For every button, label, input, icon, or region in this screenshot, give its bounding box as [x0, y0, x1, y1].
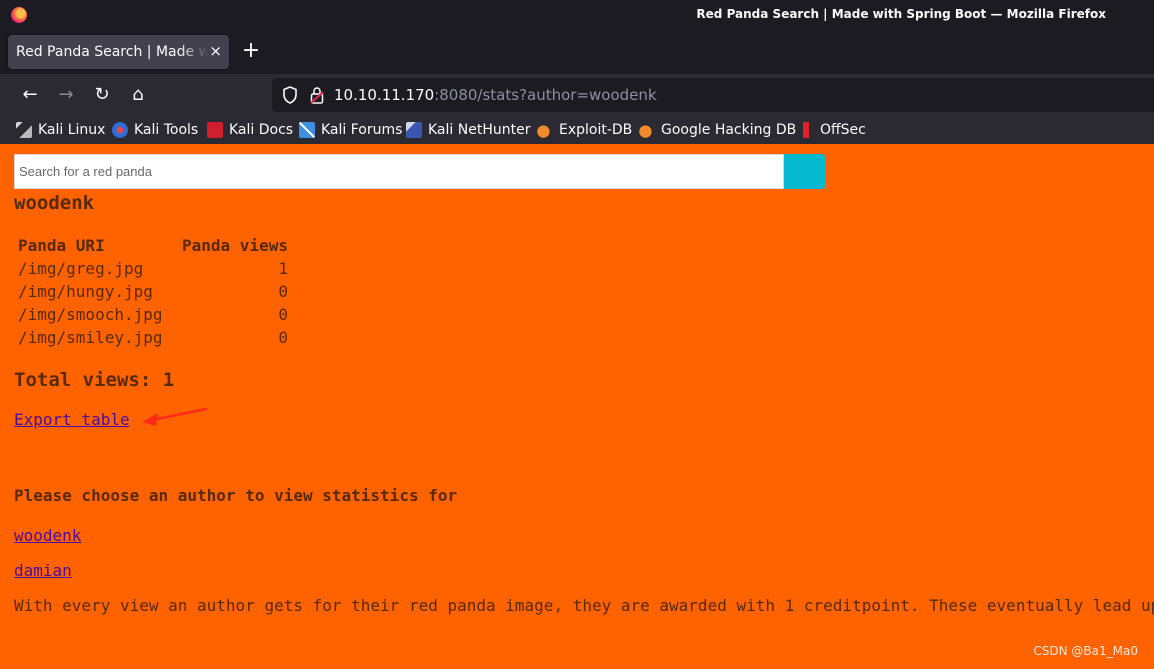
bookmark-label: Exploit-DB: [559, 122, 633, 138]
home-button[interactable]: ⌂: [126, 83, 150, 107]
table-row: /img/smiley.jpg 0: [15, 326, 291, 349]
bookmark-kali-forums[interactable]: Kali Forums: [299, 121, 402, 139]
search-button[interactable]: [784, 154, 825, 189]
choose-author-heading: Please choose an author to view statisti…: [14, 486, 458, 505]
panda-uri: /img/greg.jpg: [18, 259, 144, 278]
kali-tools-icon: [112, 122, 128, 138]
author-heading: woodenk: [14, 192, 95, 214]
bookmark-label: Kali Tools: [134, 122, 199, 138]
author-link-woodenk[interactable]: woodenk: [14, 526, 81, 545]
url-bar[interactable]: 10.10.11.170:8080/stats?author=woodenk: [272, 78, 1154, 112]
kali-dragon-icon: [16, 122, 32, 138]
window-titlebar: Red Panda Search | Made with Spring Boot…: [0, 0, 1154, 30]
search-input[interactable]: [14, 154, 784, 189]
page-content: woodenk Panda URI Panda views /img/greg.…: [0, 144, 1154, 669]
kali-nethunter-icon: [406, 122, 422, 138]
offsec-icon: [798, 122, 814, 138]
tab-strip: Red Panda Search | Made with Spring Boot…: [0, 30, 1154, 74]
bookmark-label: Google Hacking DB: [661, 122, 797, 138]
panda-views: 0: [278, 282, 288, 301]
panda-uri: /img/smooch.jpg: [18, 305, 163, 324]
insecure-lock-icon[interactable]: [310, 86, 324, 104]
kali-forums-icon: [299, 122, 315, 138]
panda-uri: /img/smiley.jpg: [18, 328, 163, 347]
column-header-views: Panda views: [182, 236, 288, 255]
bookmark-offsec[interactable]: OffSec: [798, 121, 866, 139]
table-header-row: Panda URI Panda views: [15, 234, 291, 257]
back-button[interactable]: ←: [18, 83, 42, 107]
navigation-toolbar: ← → ↻ ⌂ 10.10.11.170:8080/stats?author=w…: [0, 74, 1154, 116]
bookmark-exploit-db[interactable]: Exploit-DB: [537, 121, 632, 139]
watermark: CSDN @Ba1_Ma0: [1033, 644, 1138, 658]
creditpoint-info-text: With every view an author gets for their…: [14, 596, 1154, 615]
reload-button[interactable]: ↻: [90, 83, 114, 107]
bookmark-label: Kali NetHunter: [428, 122, 531, 138]
panda-views: 0: [278, 328, 288, 347]
panda-stats-table: Panda URI Panda views /img/greg.jpg 1 /i…: [15, 234, 291, 349]
export-table-link[interactable]: Export table: [14, 410, 130, 429]
ghdb-icon: [639, 122, 655, 138]
url-host: 10.10.11.170: [334, 86, 435, 104]
firefox-logo-icon: [11, 7, 27, 23]
bookmark-kali-linux[interactable]: Kali Linux: [16, 121, 105, 139]
total-views: Total views: 1: [14, 369, 175, 391]
table-row: /img/smooch.jpg 0: [15, 303, 291, 326]
bookmark-kali-nethunter[interactable]: Kali NetHunter: [406, 121, 530, 139]
column-header-uri: Panda URI: [18, 236, 105, 255]
tracking-protection-shield-icon[interactable]: [282, 86, 298, 104]
bookmark-kali-docs[interactable]: Kali Docs: [207, 121, 293, 139]
bookmark-google-hacking-db[interactable]: Google Hacking DB: [639, 121, 796, 139]
panda-uri: /img/hungy.jpg: [18, 282, 153, 301]
tab-label: Red Panda Search | Made with Spring Boot: [16, 44, 208, 60]
bookmark-label: Kali Linux: [38, 122, 106, 138]
close-tab-icon[interactable]: ×: [209, 42, 222, 60]
bookmarks-toolbar: Kali Linux Kali Tools Kali Docs Kali For…: [0, 116, 1154, 144]
table-row: /img/greg.jpg 1: [15, 257, 291, 280]
window-title: Red Panda Search | Made with Spring Boot…: [696, 7, 1106, 21]
annotation-arrow-icon: [142, 407, 208, 426]
forward-button[interactable]: →: [54, 83, 78, 107]
bookmark-label: Kali Forums: [321, 122, 403, 138]
tab-red-panda-search[interactable]: Red Panda Search | Made with Spring Boot…: [8, 35, 229, 69]
kali-docs-icon: [207, 122, 223, 138]
panda-views: 1: [278, 259, 288, 278]
bookmark-label: OffSec: [820, 122, 866, 138]
panda-views: 0: [278, 305, 288, 324]
new-tab-button[interactable]: +: [240, 38, 262, 66]
author-link-damian[interactable]: damian: [14, 561, 72, 580]
url-text[interactable]: 10.10.11.170:8080/stats?author=woodenk: [334, 86, 657, 104]
table-row: /img/hungy.jpg 0: [15, 280, 291, 303]
exploit-db-icon: [537, 122, 553, 138]
bookmark-label: Kali Docs: [229, 122, 294, 138]
bookmark-kali-tools[interactable]: Kali Tools: [112, 121, 198, 139]
url-path: :8080/stats?author=woodenk: [434, 86, 657, 104]
